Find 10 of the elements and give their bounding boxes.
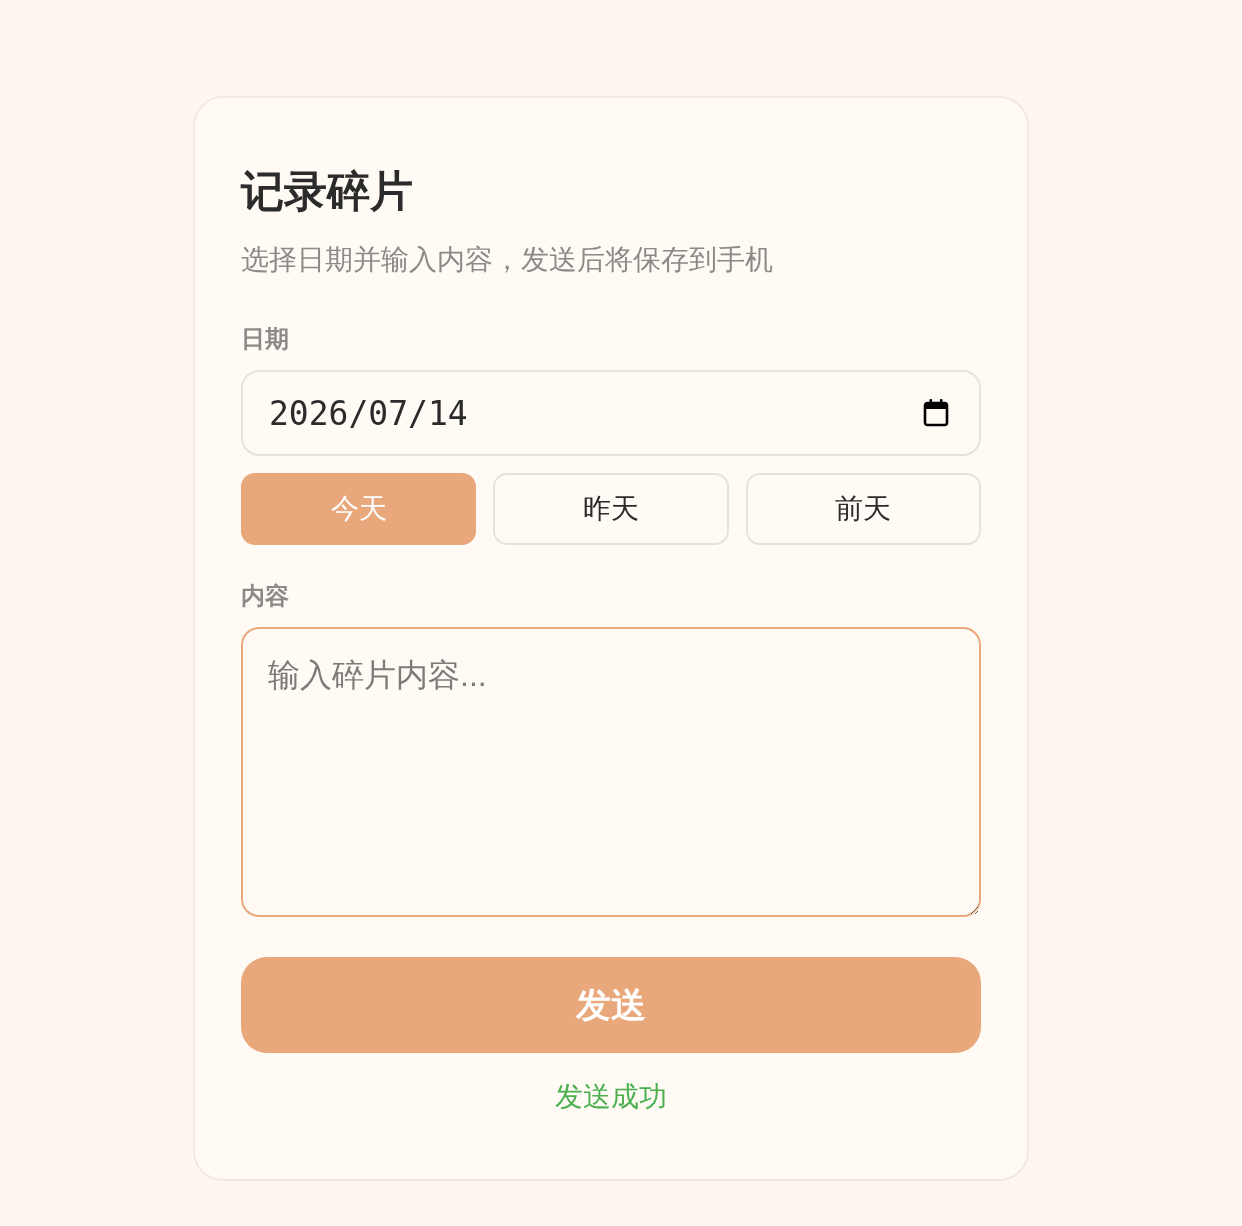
status-message: 发送成功 [555,1080,667,1114]
calendar-icon[interactable] [923,399,949,427]
date-label: 日期 [241,324,289,354]
quick-date-button[interactable]: 前天 [745,473,981,545]
content-textarea[interactable]: 输入碎片内容... [241,627,981,917]
quick-date-button[interactable]: 昨天 [493,473,729,545]
date-field[interactable]: 2026/07/14 [241,370,981,456]
content-label: 内容 [241,581,289,611]
form-title: 记录碎片 [241,166,413,216]
form-subtitle: 选择日期并输入内容，发送后将保存到手机 [241,243,773,277]
